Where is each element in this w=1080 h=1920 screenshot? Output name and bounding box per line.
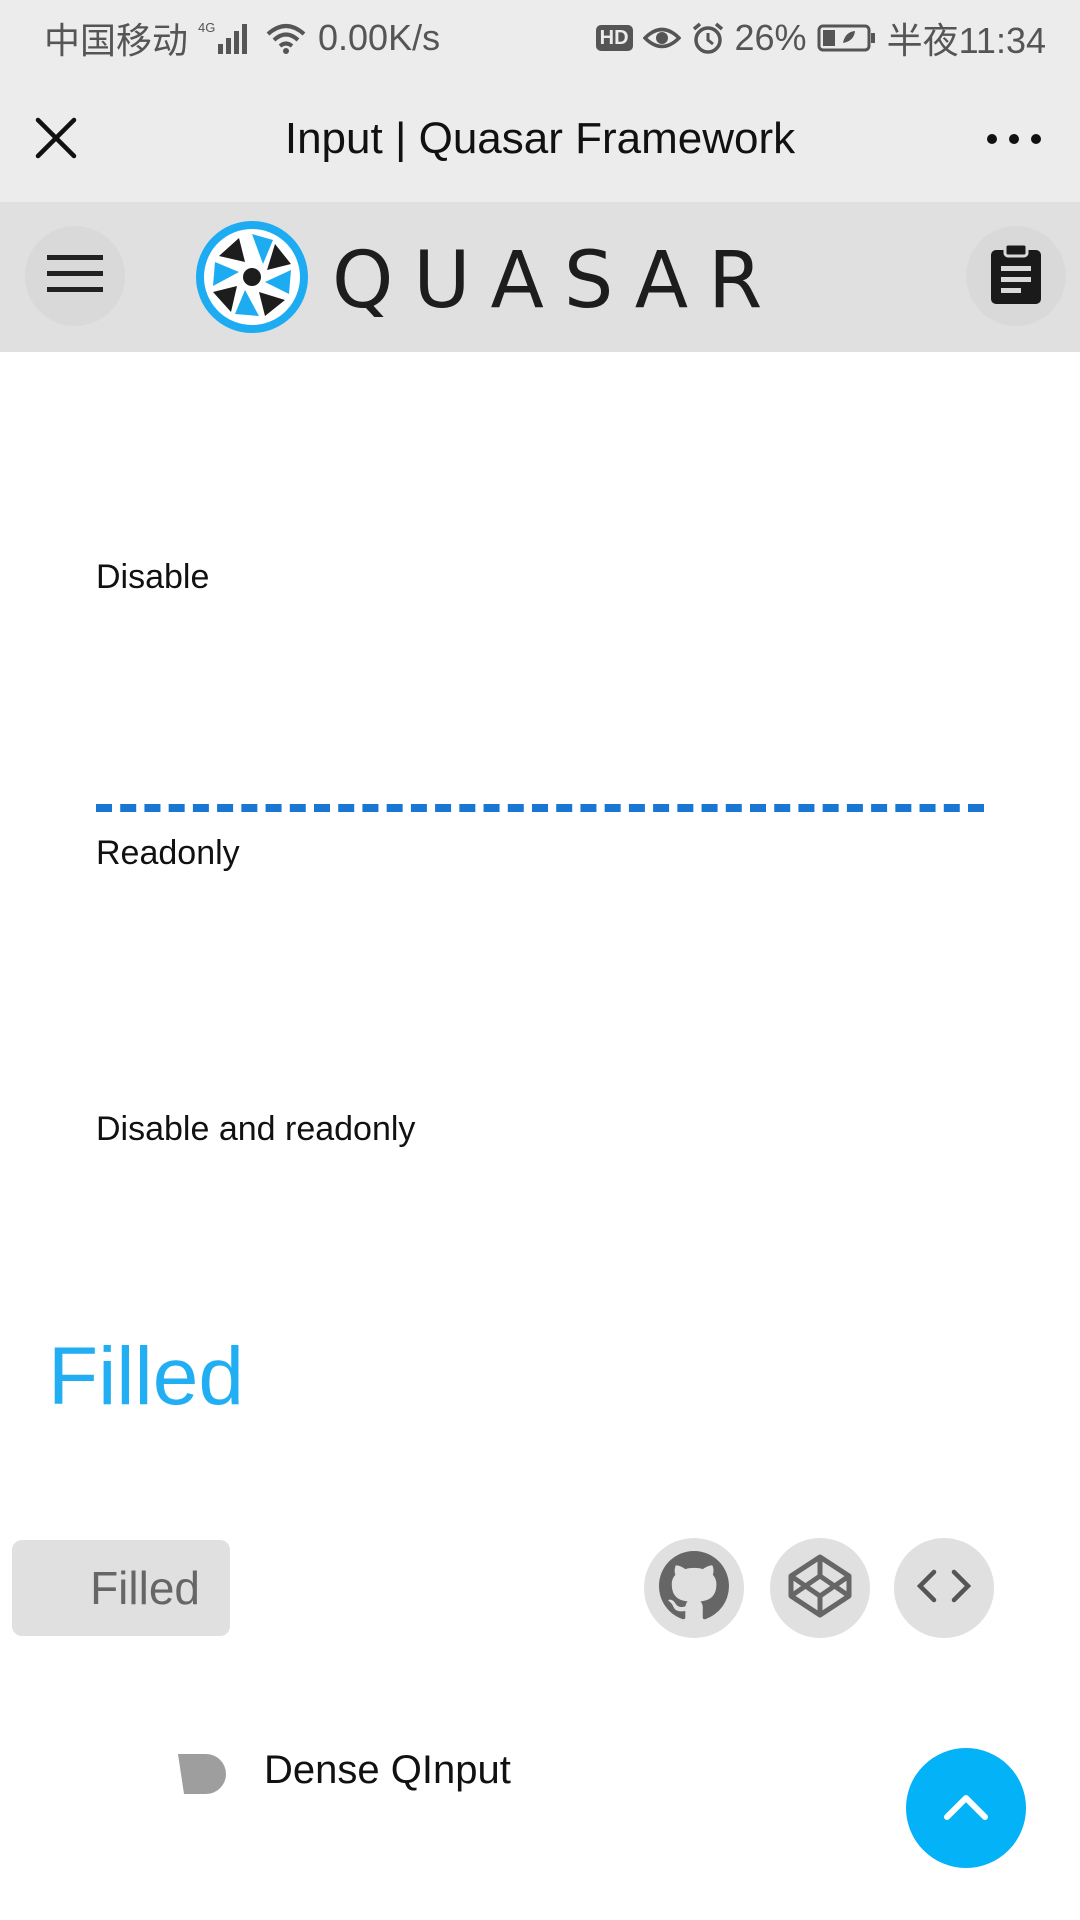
brand-wordmark: QUASAR [332, 236, 783, 326]
browser-title-bar: Input | Quasar Framework [0, 76, 1080, 202]
page-title: Input | Quasar Framework [284, 114, 796, 163]
github-icon [659, 1550, 729, 1626]
readonly-input-underline[interactable] [96, 804, 984, 812]
network-speed: 0.00K/s [318, 17, 441, 58]
clipboard-button[interactable] [966, 226, 1066, 326]
dense-toggle-label: Dense QInput [264, 1748, 511, 1792]
disable-readonly-field-label: Disable and readonly [96, 1110, 416, 1148]
code-icon [914, 1566, 974, 1611]
status-right: HD 26% 半夜11:34 [595, 12, 1046, 64]
signal-icon: 4G [198, 20, 254, 56]
example-title-tab: Filled [12, 1540, 230, 1636]
chevron-up-icon [941, 1791, 991, 1826]
view-code-button[interactable] [894, 1538, 994, 1638]
status-bar: 中国移动 4G 0.00K/s HD 26% 半夜11:34 [0, 0, 1080, 76]
codepen-icon [785, 1551, 855, 1626]
close-icon[interactable] [32, 114, 80, 162]
github-button[interactable] [644, 1538, 744, 1638]
eye-icon [642, 23, 681, 53]
carrier-name: 中国移动 [44, 20, 189, 61]
battery-icon [817, 23, 877, 53]
clipboard-icon [989, 242, 1043, 311]
wifi-icon [264, 20, 308, 56]
dense-toggle-icon[interactable] [176, 1752, 228, 1796]
codepen-button[interactable] [770, 1538, 870, 1638]
menu-button[interactable] [25, 226, 125, 326]
hamburger-menu-icon [47, 253, 103, 300]
clock-time: 半夜11:34 [886, 20, 1046, 61]
site-header: QUASAR [0, 202, 1080, 352]
quasar-logo-icon[interactable] [195, 220, 309, 334]
svg-text:4G: 4G [198, 20, 215, 35]
battery-percent: 26% [734, 17, 807, 58]
more-dots-icon[interactable] [984, 124, 1044, 154]
status-left: 中国移动 4G 0.00K/s [44, 12, 440, 64]
alarm-icon [691, 21, 725, 55]
scroll-to-top-button[interactable] [906, 1748, 1026, 1868]
readonly-field-label: Readonly [96, 834, 240, 872]
section-heading-filled[interactable]: Filled [48, 1330, 244, 1424]
disable-field-label: Disable [96, 558, 210, 596]
hd-badge: HD [595, 25, 633, 51]
